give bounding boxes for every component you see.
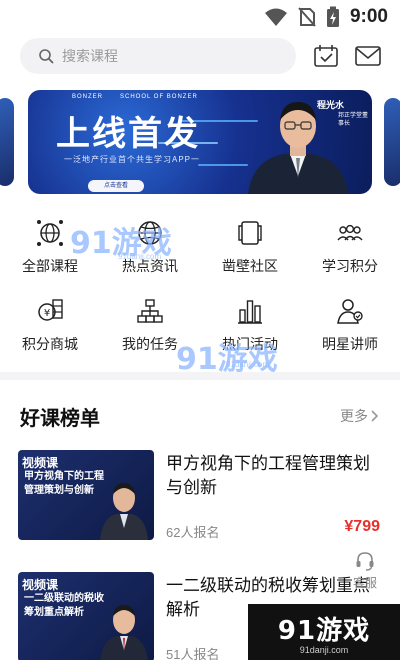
search-input[interactable]: 搜索课程 [20,38,296,74]
banner-slide[interactable]: BONZER SCHOOL OF BONZER 上线首发 一泛地产行业首个共生学… [28,90,372,194]
banner-carousel[interactable]: BONZER SCHOOL OF BONZER 上线首发 一泛地产行业首个共生学… [0,88,400,198]
banner-speaker-title: 邦正学堂董事长 [338,113,369,127]
good-courses-header: 好课榜单 更多 [0,396,400,432]
battery-charging-icon [326,6,339,27]
course-thumbnail[interactable]: 视频课 甲方视角下的工程管理策划与创新 [18,450,154,540]
task-tree-icon [137,299,163,323]
course-type-tag: 视频课 [22,456,59,470]
watermark-site: 91danji.com [226,360,270,369]
grid-item-label: 我的任务 [122,336,178,352]
status-bar: 9:00 [0,0,400,34]
lecturer-portrait [100,483,148,540]
course-card[interactable]: 视频课 甲方视角下的工程管理策划与创新 甲方视角下的工程管理策划与创新 62人报… [18,450,384,546]
course-title[interactable]: 甲方视角下的工程管理策划与创新 [166,452,384,500]
grid-item-star-teachers[interactable]: 明星讲师 [300,288,400,360]
globe-network-icon [37,220,63,246]
banner-subline: 一泛地产行业首个共生学习APP一 [64,155,201,164]
svg-text:¥: ¥ [44,308,50,319]
banner-headline: 上线首发 [56,114,200,154]
calendar-check-icon [314,45,338,67]
headset-icon [356,552,374,571]
status-time: 9:00 [349,6,388,27]
banner-next-peek[interactable] [384,98,400,186]
community-card-icon [238,221,262,245]
enrollment-count: 62人报名 [166,525,220,540]
grid-item-community[interactable]: 凿壁社区 [200,210,300,282]
grid-item-label: 明星讲师 [322,336,378,352]
corner-watermark-site: 91danji.com [299,644,349,655]
grid-item-label: 凿壁社区 [222,258,278,274]
teacher-icon [337,299,363,324]
more-link[interactable]: 更多 [340,406,380,426]
group-people-icon [337,224,363,241]
watermark-logo: 91游戏 [176,342,278,377]
course-thumbnail[interactable]: 视频课 一二级联动的税收筹划重点解析 [18,572,154,660]
watermark-site: 91danji.com [118,252,162,261]
course-price: ¥799 [344,518,380,535]
no-sim-icon [298,7,316,27]
customer-service-button[interactable]: 客服 [344,550,386,591]
banner-brand-left: BONZER [72,94,104,100]
grid-item-label: 学习积分 [322,258,378,274]
wifi-icon [264,8,287,26]
lecturer-portrait [100,605,148,660]
corner-watermark-logo: 91游戏 [277,615,371,646]
grid-item-points-mall[interactable]: ¥ 积分商城 [0,288,100,360]
chevron-right-icon [371,410,379,422]
corner-watermark: 91游戏 91danji.com [248,604,400,660]
enrollment-count: 51人报名 [166,647,220,660]
course-type-tag: 视频课 [22,578,59,592]
checkin-calendar-button[interactable] [312,42,340,70]
more-label: 更多 [340,408,368,424]
bar-chart-icon [238,300,262,324]
grid-item-label: 积分商城 [22,336,78,352]
banner-brand-right: SCHOOL OF BONZER [120,94,198,100]
banner-prev-peek[interactable] [0,98,14,186]
search-icon [39,49,54,64]
customer-service-label: 客服 [352,576,377,590]
banner-cta-button[interactable]: 点击查看 [88,180,144,192]
search-placeholder: 搜索课程 [62,48,118,64]
banner-speaker-name: 程光水 [316,100,344,110]
grid-item-study-points[interactable]: 学习积分 [300,210,400,282]
search-row: 搜索课程 [0,34,400,80]
section-title: 好课榜单 [20,408,100,430]
coin-store-icon: ¥ [38,299,63,321]
messages-button[interactable] [354,42,382,70]
mail-icon [355,46,381,66]
